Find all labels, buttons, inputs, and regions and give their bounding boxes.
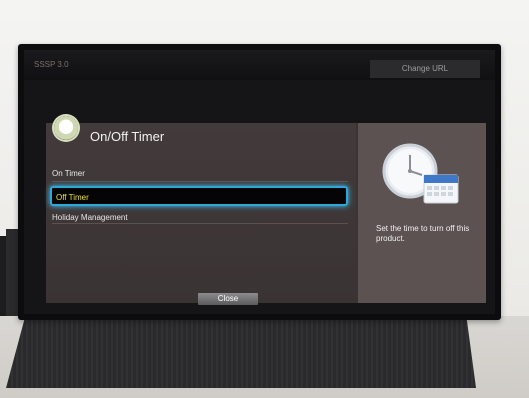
change-url-button[interactable]: Change URL xyxy=(370,60,480,78)
menu-item-holiday-management[interactable]: Holiday Management xyxy=(52,213,128,222)
dialog-title: On/Off Timer xyxy=(90,129,165,144)
tv-screen: SSSP 3.0 Change URL On/Off Timer On Time… xyxy=(24,50,495,314)
menu-pane: On/Off Timer On Timer Off Timer Holiday … xyxy=(46,116,356,305)
top-bar: SSSP 3.0 Change URL xyxy=(24,50,495,80)
description-text: Set the time to turn off this product. xyxy=(376,224,470,243)
menu-item-on-timer[interactable]: On Timer xyxy=(52,169,85,178)
app-name: SSSP 3.0 xyxy=(34,60,69,69)
close-button[interactable]: Close xyxy=(198,293,258,305)
woven-mat xyxy=(6,318,476,388)
info-pane: Set the time to turn off this product. xyxy=(358,123,486,303)
clock-calendar-icon xyxy=(382,143,459,204)
menu-item-off-timer[interactable]: Off Timer xyxy=(50,186,348,206)
tv-bezel: SSSP 3.0 Change URL On/Off Timer On Time… xyxy=(18,44,501,320)
on-off-timer-dialog: On/Off Timer On Timer Off Timer Holiday … xyxy=(46,116,486,305)
divider xyxy=(52,181,348,182)
divider xyxy=(52,223,348,224)
timer-icon xyxy=(54,116,78,140)
